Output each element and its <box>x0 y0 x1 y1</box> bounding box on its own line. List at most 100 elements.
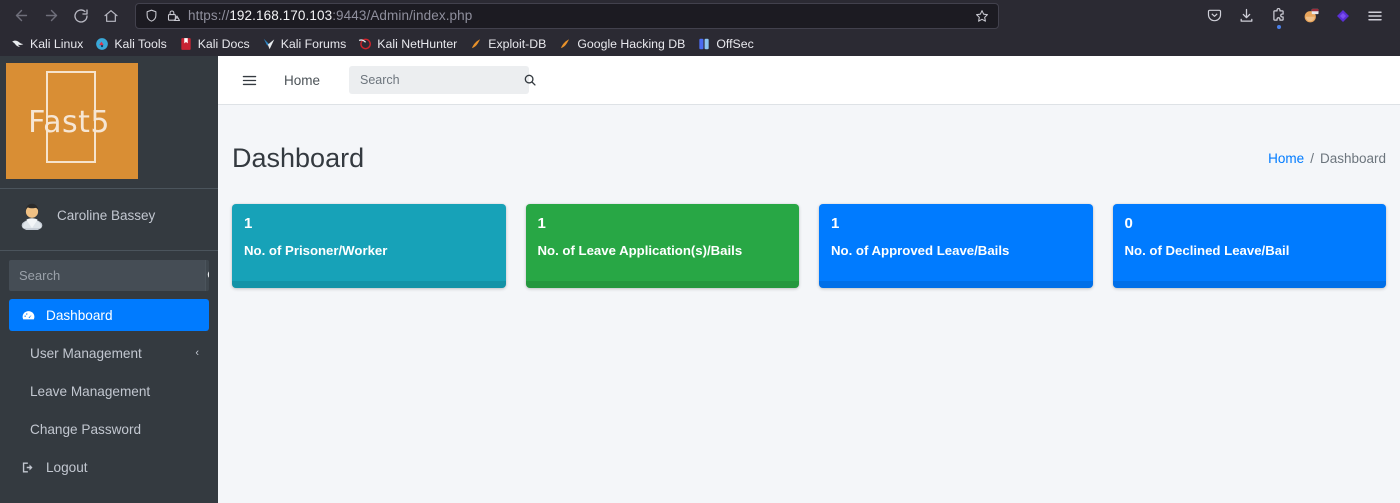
page-header: Dashboard Home / Dashboard <box>218 105 1400 204</box>
stat-card-value: 1 <box>537 215 546 233</box>
bookmark-kali-docs[interactable]: Kali Docs <box>174 35 257 53</box>
navbar-home-link[interactable]: Home <box>284 73 320 88</box>
bookmark-label: OffSec <box>716 36 754 51</box>
hamburger-icon[interactable] <box>232 63 266 97</box>
tachometer-icon <box>19 308 37 323</box>
exploit-db-icon <box>469 37 483 51</box>
stat-card-value: 1 <box>831 215 840 233</box>
navbar-search[interactable] <box>349 66 536 94</box>
sidebar: Fast5 Caroline Bassey Search Dashboard U… <box>0 56 218 503</box>
stat-card-inner: 1 No. of Approved Leave/Bails <box>819 204 1093 288</box>
stat-card-label: No. of Approved Leave/Bails <box>831 242 1010 258</box>
url-host: 192.168.170.103 <box>229 8 333 23</box>
stat-card-declined-leave[interactable]: 0 No. of Declined Leave/Bail <box>1112 204 1387 288</box>
sidebar-search[interactable] <box>9 260 209 291</box>
stat-card-footer[interactable] <box>525 280 799 288</box>
kali-docs-icon <box>179 37 193 51</box>
stat-card-col: 0 No. of Declined Leave/Bail <box>1103 204 1397 288</box>
kali-tools-icon <box>95 37 109 51</box>
url-bar[interactable]: https://192.168.170.103:9443/Admin/index… <box>135 2 999 29</box>
home-button[interactable] <box>96 3 126 29</box>
bookmark-label: Kali Docs <box>197 36 250 51</box>
bookmark-label: Kali Linux <box>30 36 84 51</box>
offsec-icon <box>697 37 711 51</box>
breadcrumb-home-link[interactable]: Home <box>1268 151 1304 166</box>
bookmarks-bar: Kali Linux Kali Tools Kali Docs Kali For… <box>0 31 1400 56</box>
url-text[interactable]: https://192.168.170.103:9443/Admin/index… <box>188 8 963 23</box>
kali-nethunter-icon <box>358 37 372 51</box>
container-tabs-icon[interactable] <box>1301 6 1320 25</box>
page-title: Dashboard <box>232 143 365 174</box>
sidebar-search-input[interactable] <box>9 260 205 291</box>
bookmark-label: Kali Tools <box>114 36 167 51</box>
search-icon[interactable] <box>523 73 537 87</box>
stat-card-approved-leave[interactable]: 1 No. of Approved Leave/Bails <box>819 204 1093 288</box>
user-avatar-icon <box>17 200 47 231</box>
lock-warning-icon[interactable] <box>166 8 181 23</box>
browser-toolbar-right <box>1205 6 1394 29</box>
stat-card-inner: 1 No. of Leave Application(s)/Bails <box>526 204 800 288</box>
content-area: Home Dashboard Home / Dashboard 1 <box>218 56 1400 503</box>
bookmark-kali-tools[interactable]: Kali Tools <box>90 35 173 53</box>
sign-out-icon <box>19 460 37 475</box>
stat-card-leave-applications[interactable]: 1 No. of Leave Application(s)/Bails <box>525 204 800 288</box>
app-menu-icon[interactable] <box>1365 6 1384 25</box>
brand-logo[interactable]: Fast5 <box>0 56 218 179</box>
pocket-icon[interactable] <box>1205 6 1224 25</box>
kali-dragon-icon <box>11 37 25 51</box>
bookmark-kali-linux[interactable]: Kali Linux <box>6 35 90 53</box>
sidebar-item-dashboard[interactable]: Dashboard <box>9 299 209 331</box>
bookmark-kali-forums[interactable]: Kali Forums <box>257 35 354 53</box>
stat-card-col: 1 No. of Leave Application(s)/Bails <box>516 204 810 288</box>
stat-card-inner: 1 No. of Prisoner/Worker <box>232 204 506 288</box>
purple-diamond-icon[interactable] <box>1333 6 1352 25</box>
user-name: Caroline Bassey <box>57 207 156 223</box>
sidebar-item-change-password[interactable]: Change Password <box>9 413 209 445</box>
bookmark-exploit-db[interactable]: Exploit-DB <box>464 35 553 53</box>
bookmark-label: Kali Forums <box>280 36 347 51</box>
brand-box: Fast5 <box>6 63 138 179</box>
stat-cards-row: 1 No. of Prisoner/Worker 1 No. of Leave … <box>218 204 1400 288</box>
bookmark-label: Kali NetHunter <box>377 36 458 51</box>
stat-card-footer[interactable] <box>232 280 506 288</box>
bookmark-google-hacking-db[interactable]: Google Hacking DB <box>553 35 692 53</box>
sidebar-item-leave-management[interactable]: Leave Management <box>9 375 209 407</box>
brand-text: Fast5 <box>28 104 110 140</box>
user-panel[interactable]: Caroline Bassey <box>0 189 218 241</box>
browser-chrome: https://192.168.170.103:9443/Admin/index… <box>0 0 1400 56</box>
sidebar-item-user-management[interactable]: User Management ‹ <box>9 337 209 369</box>
sidebar-search-button[interactable] <box>205 260 209 291</box>
breadcrumb: Home / Dashboard <box>1268 151 1386 166</box>
stat-card-inner: 0 No. of Declined Leave/Bail <box>1113 204 1387 288</box>
stat-card-col: 1 No. of Approved Leave/Bails <box>809 204 1103 288</box>
top-navbar: Home <box>218 56 1400 105</box>
stat-card-footer[interactable] <box>1112 280 1386 288</box>
shield-icon[interactable] <box>144 8 159 23</box>
stat-card-prisoner-worker[interactable]: 1 No. of Prisoner/Worker <box>232 204 506 288</box>
stat-card-col: 1 No. of Prisoner/Worker <box>222 204 516 288</box>
sidebar-item-label: Change Password <box>30 421 142 437</box>
application: Fast5 Caroline Bassey Search Dashboard U… <box>0 56 1400 503</box>
sidebar-item-label: Leave Management <box>30 383 151 399</box>
back-button[interactable] <box>6 3 36 29</box>
bookmark-star-icon[interactable] <box>974 8 990 24</box>
forward-button[interactable] <box>36 3 66 29</box>
bookmark-kali-nethunter[interactable]: Kali NetHunter <box>353 35 464 53</box>
stat-card-footer[interactable] <box>819 280 1093 288</box>
sidebar-item-logout[interactable]: Logout <box>9 451 209 483</box>
sidebar-search-wrap <box>0 251 218 291</box>
stat-card-label: No. of Declined Leave/Bail <box>1124 242 1290 258</box>
sidebar-item-label: Logout <box>46 459 88 475</box>
browser-toolbar: https://192.168.170.103:9443/Admin/index… <box>0 0 1400 31</box>
sidebar-item-label: Dashboard <box>46 307 113 323</box>
navbar-search-input[interactable] <box>358 72 524 88</box>
sidebar-menu: Dashboard User Management ‹ Leave Manage… <box>0 291 218 483</box>
url-scheme: https:// <box>188 8 230 23</box>
downloads-icon[interactable] <box>1237 6 1256 25</box>
stat-card-label: No. of Prisoner/Worker <box>244 242 388 258</box>
chevron-left-icon: ‹ <box>195 347 199 359</box>
kali-forums-icon <box>262 37 276 51</box>
extensions-icon[interactable] <box>1269 6 1288 29</box>
reload-button[interactable] <box>66 3 96 29</box>
bookmark-offsec[interactable]: OffSec <box>692 35 760 53</box>
